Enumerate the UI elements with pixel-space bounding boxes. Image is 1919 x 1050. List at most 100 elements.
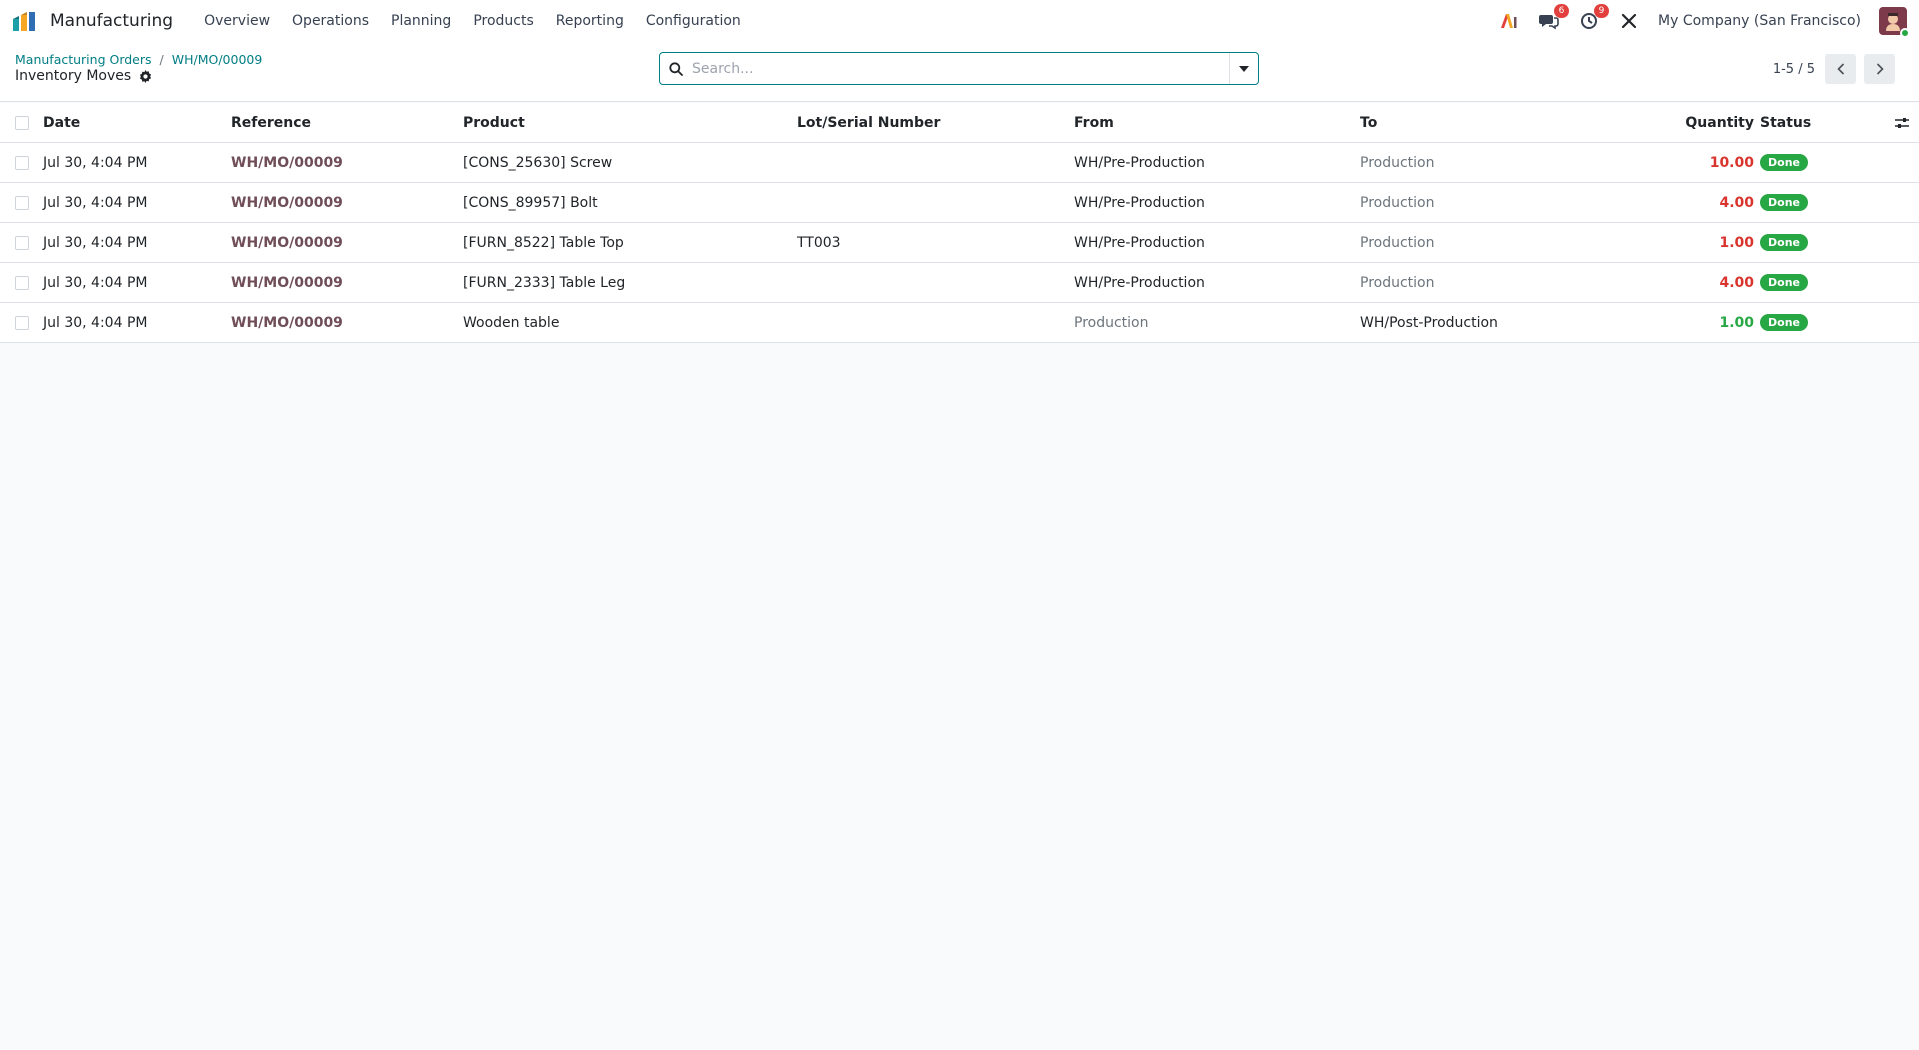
cell-date: Jul 30, 4:04 PM: [43, 314, 148, 331]
row-checkbox[interactable]: [15, 235, 29, 250]
column-header-from[interactable]: From: [1074, 103, 1114, 142]
cell-to: Production: [1360, 194, 1435, 211]
user-avatar[interactable]: [1879, 7, 1910, 38]
column-header-date[interactable]: Date: [43, 103, 80, 142]
cell-status: Done: [1760, 303, 1808, 342]
top-navbar: Manufacturing Overview Operations Planni…: [0, 0, 1919, 42]
breadcrumb-separator: /: [159, 52, 164, 67]
cell-lot: TT003: [797, 234, 841, 251]
cell-status: Done: [1760, 183, 1808, 222]
column-header-to[interactable]: To: [1360, 103, 1377, 142]
column-header-reference[interactable]: Reference: [231, 103, 311, 142]
cell-date: Jul 30, 4:04 PM: [43, 274, 148, 291]
inventory-moves-list: Date Reference Product Lot/Serial Number…: [0, 103, 1919, 343]
sliders-icon: [1895, 117, 1909, 128]
status-badge: Done: [1760, 234, 1808, 251]
status-badge: Done: [1760, 194, 1808, 211]
ai-assistant-icon[interactable]: [1498, 10, 1520, 32]
pager-value[interactable]: 1-5 / 5: [1773, 62, 1815, 77]
row-checkbox[interactable]: [15, 155, 29, 170]
row-select-cell: [15, 223, 29, 262]
cell-date: Jul 30, 4:04 PM: [43, 194, 148, 211]
chevron-left-icon: [1836, 63, 1844, 75]
debug-tools-icon[interactable]: [1618, 10, 1640, 32]
table-header: Date Reference Product Lot/Serial Number…: [0, 103, 1919, 143]
status-badge: Done: [1760, 314, 1808, 331]
table-row[interactable]: Jul 30, 4:04 PM WH/MO/00009 Wooden table…: [0, 303, 1919, 343]
cell-from: WH/Pre-Production: [1074, 194, 1205, 211]
user-face-icon: [1886, 13, 1900, 31]
row-checkbox[interactable]: [15, 275, 29, 290]
search-input[interactable]: [692, 53, 1229, 84]
column-header-product[interactable]: Product: [463, 103, 525, 142]
column-header-status[interactable]: Status: [1760, 103, 1811, 142]
pager-next-button[interactable]: [1864, 54, 1895, 84]
cell-status: Done: [1760, 223, 1808, 262]
menu-planning[interactable]: Planning: [380, 13, 462, 29]
search-icon: [660, 61, 692, 76]
cell-to: Production: [1360, 274, 1435, 291]
cell-quantity: 1.00: [1719, 234, 1754, 251]
gear-icon[interactable]: [139, 69, 152, 83]
ai-glyph-icon: [1501, 14, 1517, 28]
messages-badge: 6: [1554, 4, 1570, 18]
table-row[interactable]: Jul 30, 4:04 PM WH/MO/00009 [CONS_25630]…: [0, 143, 1919, 183]
company-switcher[interactable]: My Company (San Francisco): [1658, 13, 1861, 29]
cell-product: [CONS_25630] Screw: [463, 154, 613, 171]
cell-status: Done: [1760, 143, 1808, 182]
cell-product: [FURN_8522] Table Top: [463, 234, 624, 251]
breadcrumb-mo-record[interactable]: WH/MO/00009: [172, 52, 263, 67]
breadcrumb: Manufacturing Orders / WH/MO/00009: [15, 52, 262, 67]
table-row[interactable]: Jul 30, 4:04 PM WH/MO/00009 [CONS_89957]…: [0, 183, 1919, 223]
cell-reference: WH/MO/00009: [231, 234, 343, 251]
activities-icon[interactable]: 9: [1578, 4, 1610, 32]
caret-down-icon: [1239, 65, 1249, 72]
cell-reference: WH/MO/00009: [231, 274, 343, 291]
app-name: Manufacturing: [50, 11, 174, 31]
cell-to: WH/Post-Production: [1360, 314, 1498, 331]
column-header-lot[interactable]: Lot/Serial Number: [797, 103, 940, 142]
cell-to: Production: [1360, 234, 1435, 251]
pager-previous-button[interactable]: [1825, 54, 1856, 84]
cell-reference: WH/MO/00009: [231, 314, 343, 331]
cell-quantity: 4.00: [1719, 194, 1754, 211]
search-options-toggle[interactable]: [1229, 53, 1258, 84]
cell-from: Production: [1074, 314, 1149, 331]
manufacturing-app-icon: [13, 12, 35, 31]
row-select-cell: [15, 303, 29, 342]
systray: 6 9 My Company (San Francisco): [1498, 4, 1910, 38]
cell-product: [CONS_89957] Bolt: [463, 194, 598, 211]
row-select-cell: [15, 183, 29, 222]
wrench-icon: [1621, 13, 1637, 29]
activities-badge: 9: [1594, 4, 1610, 18]
page-title: Inventory Moves: [15, 68, 132, 84]
menu-configuration[interactable]: Configuration: [635, 13, 752, 29]
row-select-cell: [15, 263, 29, 302]
row-checkbox[interactable]: [15, 315, 29, 330]
status-badge: Done: [1760, 154, 1808, 171]
messages-icon[interactable]: 6: [1538, 4, 1570, 32]
menu-overview[interactable]: Overview: [193, 13, 281, 29]
row-checkbox[interactable]: [15, 195, 29, 210]
app-brand[interactable]: Manufacturing: [12, 11, 173, 31]
cell-quantity: 10.00: [1709, 154, 1754, 171]
menu-products[interactable]: Products: [462, 13, 544, 29]
cell-from: WH/Pre-Production: [1074, 234, 1205, 251]
menu-operations[interactable]: Operations: [281, 13, 380, 29]
table-row[interactable]: Jul 30, 4:04 PM WH/MO/00009 [FURN_8522] …: [0, 223, 1919, 263]
column-header-quantity[interactable]: Quantity: [1685, 103, 1754, 142]
select-all-checkbox[interactable]: [15, 115, 29, 130]
cell-reference: WH/MO/00009: [231, 154, 343, 171]
table-row[interactable]: Jul 30, 4:04 PM WH/MO/00009 [FURN_2333] …: [0, 263, 1919, 303]
cell-from: WH/Pre-Production: [1074, 274, 1205, 291]
cell-to: Production: [1360, 154, 1435, 171]
cell-product: Wooden table: [463, 314, 560, 331]
menu-reporting[interactable]: Reporting: [545, 13, 635, 29]
breadcrumb-manufacturing-orders[interactable]: Manufacturing Orders: [15, 52, 152, 67]
optional-columns-toggle[interactable]: [1895, 103, 1909, 142]
main-menu: Overview Operations Planning Products Re…: [193, 13, 752, 29]
cell-reference: WH/MO/00009: [231, 194, 343, 211]
cell-from: WH/Pre-Production: [1074, 154, 1205, 171]
online-status-dot: [1900, 28, 1910, 38]
search-bar: [659, 52, 1259, 85]
